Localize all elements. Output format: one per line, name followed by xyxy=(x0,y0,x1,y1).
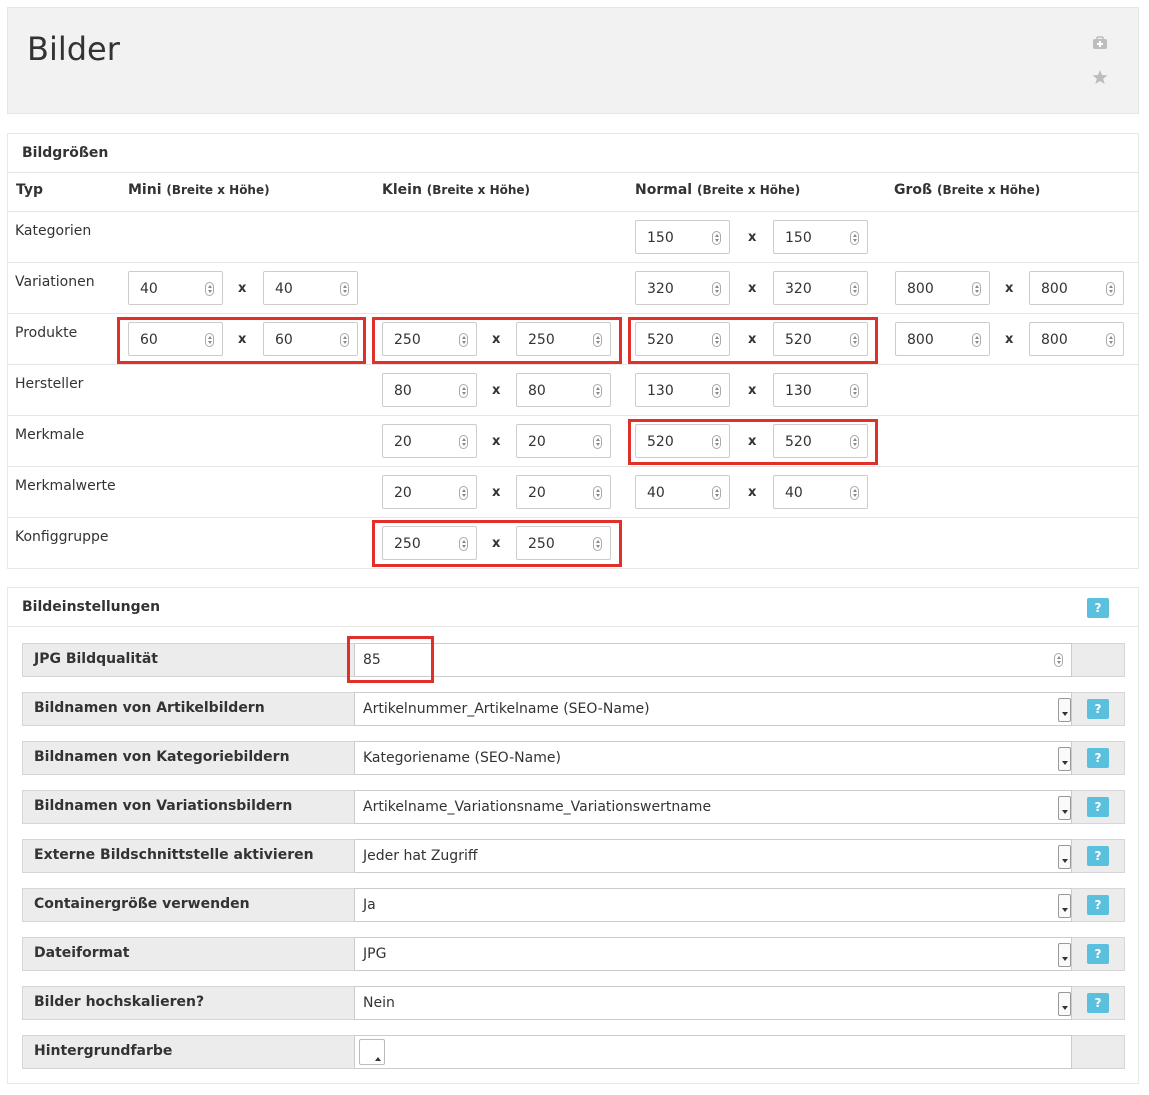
help-button[interactable]: ? xyxy=(1087,846,1109,866)
setting-label: Hintergrundfarbe xyxy=(34,1043,173,1059)
produkte-gross-height[interactable]: 800 xyxy=(1029,322,1124,356)
file-format-select[interactable]: JPG xyxy=(354,937,1072,971)
help-button[interactable]: ? xyxy=(1087,598,1109,618)
background-color-field xyxy=(354,1035,1072,1069)
size-separator: x xyxy=(748,281,757,296)
row-label-produkte: Produkte xyxy=(15,325,78,341)
row-label-variationen: Variationen xyxy=(15,274,95,290)
chevron-down-icon[interactable] xyxy=(1058,698,1071,722)
image-sizes-panel: Bildgrößen Typ Mini (Breite x Höhe) Klei… xyxy=(7,133,1139,569)
row-label-konfiggruppe: Konfiggruppe xyxy=(15,529,109,545)
col-typ: Typ xyxy=(16,182,44,198)
setting-background-color: Hintergrundfarbe xyxy=(22,1035,1125,1069)
row-label-merkmale: Merkmale xyxy=(15,427,85,443)
size-separator: x xyxy=(748,230,757,245)
jpg-quality-input[interactable]: 85 xyxy=(354,643,1072,677)
size-separator: x xyxy=(1005,332,1014,347)
color-picker[interactable] xyxy=(359,1039,385,1065)
variationen-mini-height[interactable]: 40 xyxy=(263,271,358,305)
size-separator: x xyxy=(748,485,757,500)
help-button[interactable]: ? xyxy=(1087,748,1109,768)
chevron-down-icon[interactable] xyxy=(1058,943,1071,967)
highlight-box xyxy=(628,419,878,465)
variationen-normal-width[interactable]: 320 xyxy=(635,271,730,305)
variation-names-select[interactable]: Artikelname_Variationsname_Variationswer… xyxy=(354,790,1072,824)
help-button[interactable]: ? xyxy=(1087,797,1109,817)
highlight-box xyxy=(117,317,366,364)
highlight-box xyxy=(372,317,622,364)
setting-file-format: Dateiformat JPG ? xyxy=(22,937,1125,971)
size-separator: x xyxy=(748,383,757,398)
help-button[interactable]: ? xyxy=(1087,699,1109,719)
row-label-kategorien: Kategorien xyxy=(15,223,92,239)
merkmalwerte-klein-height[interactable]: 20 xyxy=(516,475,611,509)
size-separator: x xyxy=(492,383,501,398)
kategorien-normal-width[interactable]: 150 xyxy=(635,220,730,254)
variationen-normal-height[interactable]: 320 xyxy=(773,271,868,305)
hersteller-klein-height[interactable]: 80 xyxy=(516,373,611,407)
external-api-select[interactable]: Jeder hat Zugriff xyxy=(354,839,1072,873)
merkmalwerte-klein-width[interactable]: 20 xyxy=(382,475,477,509)
container-size-select[interactable]: Ja xyxy=(354,888,1072,922)
produkte-gross-width[interactable]: 800 xyxy=(895,322,990,356)
kategorien-normal-height[interactable]: 150 xyxy=(773,220,868,254)
setting-kategorie-names: Bildnamen von Kategoriebildern Kategorie… xyxy=(22,741,1125,775)
highlight-box xyxy=(347,636,434,683)
help-button[interactable]: ? xyxy=(1087,895,1109,915)
setting-label: Bildnamen von Kategoriebildern xyxy=(34,749,290,765)
variationen-gross-height[interactable]: 800 xyxy=(1029,271,1124,305)
medkit-icon[interactable] xyxy=(1092,36,1108,52)
artikel-names-select[interactable]: Artikelnummer_Artikelname (SEO-Name) xyxy=(354,692,1072,726)
page-title: Bilder xyxy=(27,30,120,68)
setting-container-size: Containergröße verwenden Ja ? xyxy=(22,888,1125,922)
setting-label: Containergröße verwenden xyxy=(34,896,250,912)
merkmale-klein-width[interactable]: 20 xyxy=(382,424,477,458)
merkmalwerte-normal-width[interactable]: 40 xyxy=(635,475,730,509)
highlight-box xyxy=(628,317,878,364)
variationen-mini-width[interactable]: 40 xyxy=(128,271,223,305)
size-separator: x xyxy=(492,485,501,500)
chevron-down-icon[interactable] xyxy=(1058,845,1071,869)
highlight-box xyxy=(372,520,622,567)
setting-label: Externe Bildschnittstelle aktivieren xyxy=(34,847,314,863)
hersteller-normal-width[interactable]: 130 xyxy=(635,373,730,407)
upscale-select[interactable]: Nein xyxy=(354,986,1072,1020)
col-mini: Mini (Breite x Höhe) xyxy=(128,182,270,198)
image-sizes-title: Bildgrößen xyxy=(22,145,109,161)
setting-label: Bildnamen von Artikelbildern xyxy=(34,700,265,716)
chevron-down-icon[interactable] xyxy=(1058,894,1071,918)
merkmale-klein-height[interactable]: 20 xyxy=(516,424,611,458)
hersteller-klein-width[interactable]: 80 xyxy=(382,373,477,407)
star-icon[interactable] xyxy=(1092,69,1108,85)
variationen-gross-width[interactable]: 800 xyxy=(895,271,990,305)
chevron-down-icon[interactable] xyxy=(1058,796,1071,820)
setting-label: JPG Bildqualität xyxy=(34,651,158,667)
help-button[interactable]: ? xyxy=(1087,993,1109,1013)
size-separator: x xyxy=(1005,281,1014,296)
row-label-merkmalwerte: Merkmalwerte xyxy=(15,478,116,494)
chevron-down-icon[interactable] xyxy=(1058,747,1071,771)
setting-upscale: Bilder hochskalieren? Nein ? xyxy=(22,986,1125,1020)
setting-jpg-quality: JPG Bildqualität 85 xyxy=(22,643,1125,677)
image-settings-panel: Bildeinstellungen ? JPG Bildqualität 85 … xyxy=(7,587,1139,1084)
col-normal: Normal (Breite x Höhe) xyxy=(635,182,801,198)
col-gross: Groß (Breite x Höhe) xyxy=(894,182,1041,198)
hersteller-normal-height[interactable]: 130 xyxy=(773,373,868,407)
setting-variation-names: Bildnamen von Variationsbildern Artikeln… xyxy=(22,790,1125,824)
setting-label: Dateiformat xyxy=(34,945,130,961)
page-header: Bilder xyxy=(7,7,1139,114)
merkmalwerte-normal-height[interactable]: 40 xyxy=(773,475,868,509)
col-klein: Klein (Breite x Höhe) xyxy=(382,182,531,198)
size-separator: x xyxy=(238,281,247,296)
setting-artikel-names: Bildnamen von Artikelbildern Artikelnumm… xyxy=(22,692,1125,726)
setting-label: Bildnamen von Variationsbildern xyxy=(34,798,293,814)
setting-label: Bilder hochskalieren? xyxy=(34,994,205,1010)
help-button[interactable]: ? xyxy=(1087,944,1109,964)
kategorie-names-select[interactable]: Kategoriename (SEO-Name) xyxy=(354,741,1072,775)
setting-external-api: Externe Bildschnittstelle aktivieren Jed… xyxy=(22,839,1125,873)
chevron-down-icon[interactable] xyxy=(1058,992,1071,1016)
image-settings-title: Bildeinstellungen xyxy=(22,599,161,615)
row-label-hersteller: Hersteller xyxy=(15,376,84,392)
size-separator: x xyxy=(492,434,501,449)
